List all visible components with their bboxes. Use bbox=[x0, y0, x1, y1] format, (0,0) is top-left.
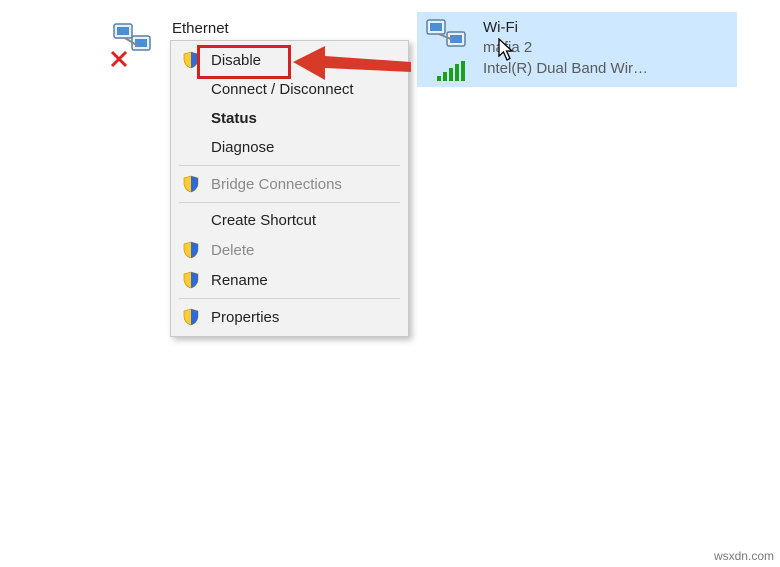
menu-diagnose[interactable]: Diagnose bbox=[173, 133, 406, 162]
shield-icon bbox=[181, 271, 201, 289]
menu-delete-label: Delete bbox=[211, 242, 254, 259]
menu-rename[interactable]: Rename bbox=[173, 265, 406, 295]
menu-disable-label: Disable bbox=[211, 52, 261, 69]
menu-connect-disconnect[interactable]: Connect / Disconnect bbox=[173, 75, 406, 104]
menu-status-label: Status bbox=[211, 110, 257, 127]
menu-status[interactable]: Status bbox=[173, 104, 406, 133]
menu-delete: Delete bbox=[173, 235, 406, 265]
adapter-wifi-device: Intel(R) Dual Band Wire... bbox=[483, 59, 653, 79]
menu-separator bbox=[179, 202, 400, 203]
shield-icon bbox=[181, 308, 201, 326]
menu-bridge-label: Bridge Connections bbox=[211, 176, 342, 193]
adapter-ethernet-label: Ethernet bbox=[172, 18, 229, 37]
menu-separator bbox=[179, 298, 400, 299]
menu-create-shortcut[interactable]: Create Shortcut bbox=[173, 206, 406, 235]
context-menu: Disable Connect / Disconnect Status Diag… bbox=[170, 40, 409, 337]
adapter-wifi-label: Wi-Fi bbox=[483, 18, 653, 38]
ethernet-disconnected-icon bbox=[110, 18, 162, 73]
adapter-wifi[interactable]: Wi-Fi mafia 2 Intel(R) Dual Band Wire... bbox=[417, 12, 737, 87]
menu-separator bbox=[179, 165, 400, 166]
menu-properties[interactable]: Properties bbox=[173, 302, 406, 332]
menu-bridge: Bridge Connections bbox=[173, 169, 406, 199]
shield-icon bbox=[181, 241, 201, 259]
menu-diagnose-label: Diagnose bbox=[211, 139, 274, 156]
shield-icon bbox=[181, 175, 201, 193]
shield-icon bbox=[181, 51, 201, 69]
menu-rename-label: Rename bbox=[211, 272, 268, 289]
menu-properties-label: Properties bbox=[211, 309, 279, 326]
watermark: wsxdn.com bbox=[714, 549, 774, 563]
adapter-wifi-ssid: mafia 2 bbox=[483, 38, 653, 58]
wifi-adapter-icon bbox=[425, 18, 475, 57]
network-connections-view: Ethernet Wi-Fi mafia 2 Intel(R) Dual Ban… bbox=[0, 0, 780, 567]
menu-shortcut-label: Create Shortcut bbox=[211, 212, 316, 229]
wifi-signal-icon bbox=[437, 61, 465, 81]
menu-disable[interactable]: Disable bbox=[173, 45, 406, 75]
menu-connect-label: Connect / Disconnect bbox=[211, 81, 354, 98]
